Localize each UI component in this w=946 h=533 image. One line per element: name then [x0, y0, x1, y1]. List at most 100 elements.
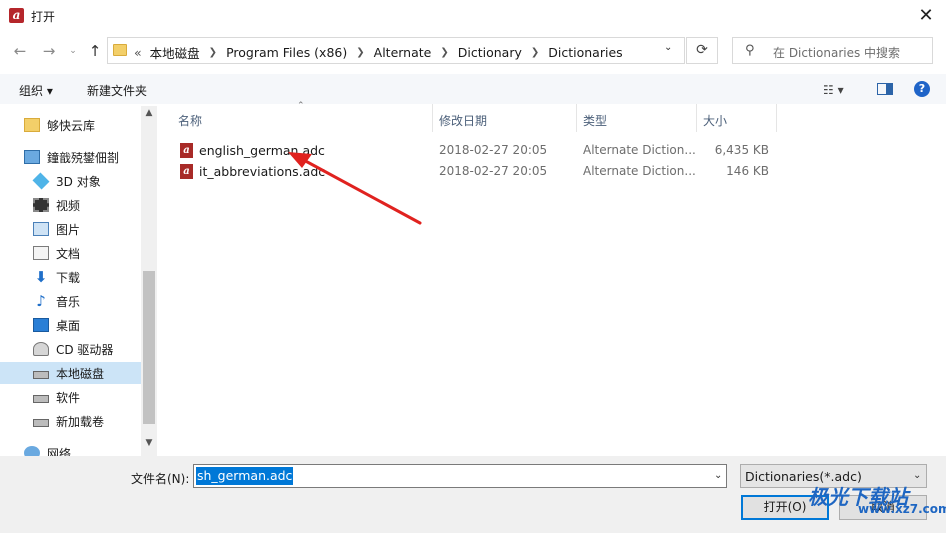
file-type: Alternate Diction... — [583, 164, 696, 178]
drive-icon — [33, 395, 49, 403]
column-header-name[interactable]: 名称 — [178, 112, 202, 138]
breadcrumb: « 本地磁盘 ❯ Program Files (x86) ❯ Alternate… — [134, 43, 623, 62]
breadcrumb-item[interactable]: 本地磁盘 — [150, 43, 200, 62]
video-icon — [33, 198, 49, 212]
drive-icon — [33, 419, 49, 427]
file-row[interactable]: a english_german.adc 2018-02-27 20:05 Al… — [178, 140, 778, 161]
sort-up-icon: ⌃ — [297, 101, 305, 111]
window-title: 打开 — [31, 10, 56, 24]
nav-item-software-drive[interactable]: 软件 — [33, 386, 80, 408]
folder-icon — [113, 44, 127, 56]
chevron-right-icon[interactable]: ❯ — [209, 47, 217, 58]
local-disk-icon — [33, 371, 49, 379]
nav-item-label: 文档 — [56, 246, 81, 261]
nav-item-videos[interactable]: 视频 — [33, 194, 80, 216]
column-divider[interactable] — [576, 104, 577, 132]
nav-item-label: 3D 对象 — [56, 174, 101, 189]
3d-objects-icon — [32, 172, 50, 190]
desktop-icon — [33, 318, 49, 332]
filter-dropdown-icon[interactable]: ⌄ — [913, 470, 921, 481]
title-bar: a 打开 ✕ — [0, 0, 946, 32]
file-type: Alternate Diction... — [583, 143, 696, 157]
search-box[interactable]: ⚲ 在 Dictionaries 中搜索 — [732, 37, 933, 64]
network-icon — [24, 446, 40, 456]
nav-item-label: 鐘戠殑鐢佃剳 — [47, 150, 120, 165]
preview-pane-icon[interactable] — [877, 83, 893, 95]
nav-item-label: 图片 — [56, 222, 81, 237]
adc-file-icon: a — [180, 164, 193, 179]
nav-item-local-disk[interactable]: 本地磁盘 — [33, 362, 104, 384]
scroll-up-icon[interactable]: ▲ — [141, 108, 157, 118]
filename-input[interactable]: sh_german.adc ⌄ — [193, 464, 727, 488]
column-header-date[interactable]: 修改日期 — [439, 112, 487, 138]
search-icon: ⚲ — [745, 43, 755, 58]
chevron-right-icon[interactable]: ❯ — [440, 47, 448, 58]
nav-item-cd-drive[interactable]: CD 驱动器 — [33, 338, 113, 360]
breadcrumb-item[interactable]: Alternate — [374, 45, 432, 60]
address-dropdown-icon[interactable]: ⌄ — [664, 42, 672, 53]
nav-item-label: CD 驱动器 — [56, 342, 114, 357]
nav-item-3d-objects[interactable]: 3D 对象 — [32, 170, 101, 192]
nav-item-label: 新加载卷 — [56, 414, 105, 429]
filename-label: 文件名(N): — [131, 472, 190, 486]
nav-item-documents[interactable]: 文档 — [33, 242, 80, 264]
nav-item-label: 视频 — [56, 198, 81, 213]
scroll-down-icon[interactable]: ▼ — [141, 438, 157, 448]
nav-item-label: 够快云库 — [47, 118, 96, 133]
help-icon[interactable]: ? — [914, 81, 930, 97]
close-button[interactable]: ✕ — [914, 4, 938, 28]
nav-item-downloads[interactable]: ⬇ 下载 — [33, 266, 80, 288]
breadcrumb-overflow[interactable]: « — [134, 45, 142, 60]
nav-scrollbar-thumb[interactable] — [143, 271, 155, 424]
nav-item-label: 桌面 — [56, 318, 81, 333]
download-icon: ⬇ — [34, 268, 48, 286]
file-name: it_abbreviations.adc — [199, 164, 326, 179]
view-options-icon[interactable]: ☷ ▾ — [823, 83, 844, 97]
computer-icon — [24, 150, 40, 164]
nav-item-pictures[interactable]: 图片 — [33, 218, 80, 240]
nav-item-label: 网络 — [47, 446, 72, 457]
new-folder-button[interactable]: 新建文件夹 — [87, 82, 147, 99]
file-name: english_german.adc — [199, 143, 325, 158]
back-icon[interactable]: ← — [9, 40, 31, 62]
column-divider[interactable] — [696, 104, 697, 132]
nav-item-this-pc[interactable]: 鐘戠殑鐢佃剳 — [24, 146, 119, 168]
refresh-button[interactable]: ⟳ — [686, 37, 718, 64]
filename-dropdown-icon[interactable]: ⌄ — [714, 470, 722, 481]
column-header-size[interactable]: 大小 — [703, 112, 727, 138]
nav-item-new-volume[interactable]: 新加载卷 — [33, 410, 104, 432]
column-divider[interactable] — [432, 104, 433, 132]
file-size: 6,435 KB — [714, 143, 769, 157]
nav-item-cloud[interactable]: 够快云库 — [24, 114, 95, 136]
filename-selected-text: sh_german.adc — [196, 467, 294, 485]
cd-drive-icon — [33, 342, 49, 356]
forward-icon[interactable]: → — [38, 40, 60, 62]
music-icon: ♪ — [36, 292, 46, 310]
watermark-url: www.xz7.com — [858, 502, 946, 516]
nav-item-network[interactable]: 网络 — [24, 442, 71, 456]
chevron-right-icon[interactable]: ❯ — [531, 47, 539, 58]
file-date: 2018-02-27 20:05 — [439, 164, 548, 178]
breadcrumb-item[interactable]: Program Files (x86) — [226, 45, 347, 60]
column-divider[interactable] — [776, 104, 777, 132]
nav-item-label: 本地磁盘 — [56, 366, 105, 381]
breadcrumb-item[interactable]: Dictionary — [458, 45, 522, 60]
nav-item-label: 下载 — [56, 270, 81, 285]
chevron-right-icon[interactable]: ❯ — [356, 47, 364, 58]
column-header-type[interactable]: 类型 — [583, 112, 607, 138]
file-size: 146 KB — [726, 164, 769, 178]
address-bar[interactable]: « 本地磁盘 ❯ Program Files (x86) ❯ Alternate… — [107, 37, 685, 64]
adc-file-icon: a — [180, 143, 193, 158]
organize-menu[interactable]: 组织 ▾ — [19, 82, 53, 99]
up-icon[interactable]: ↑ — [84, 40, 106, 62]
documents-icon — [33, 246, 49, 260]
search-placeholder: 在 Dictionaries 中搜索 — [773, 46, 901, 60]
app-icon: a — [9, 8, 24, 23]
nav-item-label: 音乐 — [56, 294, 81, 309]
breadcrumb-item[interactable]: Dictionaries — [548, 45, 622, 60]
recent-chevron-icon[interactable]: ⌄ — [62, 40, 84, 62]
navigation-pane: 够快云库 鐘戠殑鐢佃剳 3D 对象 视频 图片 文档 ⬇ 下载 ♪ 音乐 桌面 … — [0, 104, 157, 456]
file-row[interactable]: a it_abbreviations.adc 2018-02-27 20:05 … — [178, 161, 778, 182]
nav-item-music[interactable]: ♪ 音乐 — [33, 290, 80, 312]
nav-item-desktop[interactable]: 桌面 — [33, 314, 80, 336]
